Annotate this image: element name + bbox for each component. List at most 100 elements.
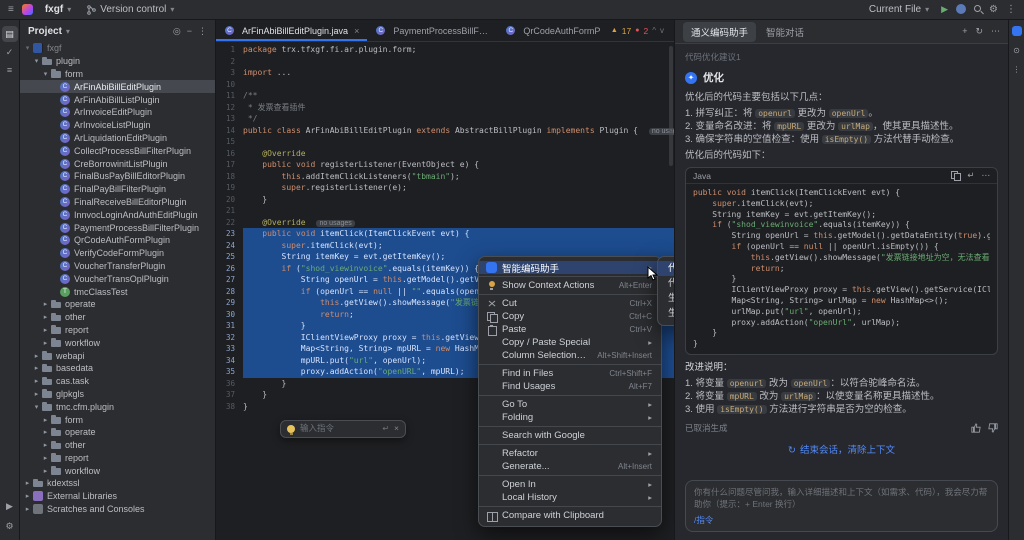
search-everywhere-icon[interactable]: [974, 0, 981, 20]
tree-item[interactable]: ▸workflow: [20, 464, 215, 477]
tree-item[interactable]: tmcClassTest: [20, 285, 215, 298]
run-config-selector[interactable]: Current File▾: [865, 4, 933, 15]
settings-icon[interactable]: ⚙: [989, 0, 998, 20]
more-icon[interactable]: ⋯: [991, 26, 1000, 37]
code-line[interactable]: 21: [216, 205, 674, 217]
tree-item[interactable]: PaymentProcessBillFilterPlugin: [20, 221, 215, 234]
main-menu-icon[interactable]: ≡: [8, 0, 14, 20]
submenu-item[interactable]: 生成注释: [658, 291, 674, 306]
menu-item[interactable]: Compare with Clipboard: [479, 509, 661, 522]
code-line[interactable]: 23 public void itemClick(ItemClickEvent …: [216, 228, 674, 240]
tree-item[interactable]: ▸workflow: [20, 336, 215, 349]
tree-item[interactable]: VoucherTransferPlugin: [20, 260, 215, 273]
code-line[interactable]: 16 @Override: [216, 148, 674, 160]
code-line[interactable]: 18 this.addItemClickListeners("tbmain");: [216, 171, 674, 183]
tab-coding-assistant[interactable]: 通义编码助手: [683, 22, 756, 42]
tree-item[interactable]: ▸Scratches and Consoles: [20, 503, 215, 516]
code-line[interactable]: 3import ...: [216, 67, 674, 79]
tree-item[interactable]: ▾form: [20, 68, 215, 81]
structure-icon[interactable]: ≡: [2, 62, 18, 78]
tree-item[interactable]: ▸operate: [20, 426, 215, 439]
tree-item[interactable]: ArFinAbiBillEditPlugin: [20, 80, 215, 93]
menu-item[interactable]: CutCtrl+X: [479, 297, 661, 310]
code-line[interactable]: 20 }: [216, 194, 674, 206]
tree-item[interactable]: ▸webapi: [20, 349, 215, 362]
menu-item[interactable]: 智能编码助手▸: [479, 261, 661, 274]
tree-item[interactable]: CollectProcessBillFilterPlugin: [20, 144, 215, 157]
code-line[interactable]: 2: [216, 56, 674, 68]
editor-tab[interactable]: QrCodeAuthFormPlugin.java: [497, 20, 601, 41]
tree-item[interactable]: QrCodeAuthFormPlugin: [20, 234, 215, 247]
commit-icon[interactable]: ✓: [2, 44, 18, 60]
code-line[interactable]: 12 * 发票查看插件: [216, 102, 674, 114]
command-hint[interactable]: /指令: [694, 514, 989, 526]
tree-item[interactable]: ▸other: [20, 439, 215, 452]
submenu-item[interactable]: 代码解释: [658, 261, 674, 276]
panel-options-icon[interactable]: ⋮: [198, 26, 207, 37]
user-avatar[interactable]: [956, 0, 966, 20]
more-icon[interactable]: ⋯: [982, 170, 991, 181]
tree-item[interactable]: ▸report: [20, 452, 215, 465]
code-line[interactable]: 10: [216, 79, 674, 91]
settings-icon[interactable]: ⚙: [2, 518, 18, 534]
menu-item[interactable]: Local History▸: [479, 491, 661, 504]
menu-item[interactable]: PasteCtrl+V: [479, 323, 661, 336]
history-label[interactable]: 代码优化建议1: [685, 51, 998, 63]
notifications-icon[interactable]: ⊙: [1013, 46, 1020, 55]
close-icon[interactable]: ×: [394, 423, 399, 435]
tree-item[interactable]: ArInvoiceListPlugin: [20, 119, 215, 132]
tree-item[interactable]: CreBorrowinitListPlugin: [20, 157, 215, 170]
new-chat-icon[interactable]: +: [962, 26, 967, 37]
close-tab-icon[interactable]: ×: [354, 26, 359, 36]
code-line[interactable]: 15: [216, 136, 674, 148]
tree-item[interactable]: ▸form: [20, 413, 215, 426]
code-line[interactable]: 14public class ArFinAbiBillEditPlugin ex…: [216, 125, 674, 137]
tree-item[interactable]: ▾plugin: [20, 55, 215, 68]
refresh-icon[interactable]: ↻: [975, 26, 983, 37]
menu-item[interactable]: Find in FilesCtrl+Shift+F: [479, 367, 661, 380]
menu-item[interactable]: Search with Google: [479, 429, 661, 442]
tree-item[interactable]: ▾fxgf: [20, 42, 215, 55]
tree-item[interactable]: FinalBusPayBillEditorPlugin: [20, 170, 215, 183]
tree-item[interactable]: VoucherTransOplPlugin: [20, 272, 215, 285]
tree-item[interactable]: ▸other: [20, 311, 215, 324]
menu-item[interactable]: Open In▸: [479, 478, 661, 491]
tree-item[interactable]: FinalPayBillFilterPlugin: [20, 183, 215, 196]
code-line[interactable]: 24 super.itemClick(evt);: [216, 240, 674, 252]
tree-item[interactable]: ▸operate: [20, 298, 215, 311]
menu-item[interactable]: CopyCtrl+C: [479, 310, 661, 323]
tree-item[interactable]: ArFinAbiBillListPlugin: [20, 93, 215, 106]
more-icon[interactable]: ⋮: [1013, 65, 1021, 74]
locate-file-icon[interactable]: ◎: [173, 26, 181, 37]
code-line[interactable]: 22 @Override no usages: [216, 217, 674, 229]
next-issue-icon[interactable]: v: [660, 26, 664, 35]
tree-item[interactable]: ▸basedata: [20, 362, 215, 375]
lingma-icon[interactable]: [1012, 26, 1022, 36]
submenu-item[interactable]: 生成单元测试: [658, 306, 674, 321]
tree-item[interactable]: FinalReceiveBillEditorPlugin: [20, 196, 215, 209]
tree-item[interactable]: InnvocLoginAndAuthEditPlugin: [20, 208, 215, 221]
inspections-widget[interactable]: ▲ 17 ● 2 ^ v: [601, 20, 674, 41]
menu-item[interactable]: Folding▸: [479, 411, 661, 424]
editor-tab[interactable]: PaymentProcessBillFilterPlugin.java: [367, 20, 497, 41]
end-session-link[interactable]: ↻结束会话，清除上下文: [685, 442, 998, 456]
project-icon[interactable]: ▤: [2, 26, 18, 42]
thumbs-down-icon[interactable]: [988, 423, 998, 433]
project-selector[interactable]: fxgf▾: [41, 4, 75, 15]
editor-tab[interactable]: ArFinAbiBillEditPlugin.java×: [216, 20, 367, 41]
menu-item[interactable]: Go To▸: [479, 398, 661, 411]
menu-item[interactable]: Show Context ActionsAlt+Enter: [479, 279, 661, 292]
code-line[interactable]: 11/**: [216, 90, 674, 102]
tab-smart-chat[interactable]: 智能对话: [758, 22, 812, 42]
tree-item[interactable]: ArInvoiceEditPlugin: [20, 106, 215, 119]
copy-code-icon[interactable]: [951, 171, 960, 180]
menu-item[interactable]: Find UsagesAlt+F7: [479, 380, 661, 393]
prev-issue-icon[interactable]: ^: [652, 26, 656, 35]
tree-item[interactable]: ▸cas.task: [20, 375, 215, 388]
tree-item[interactable]: ▸External Libraries: [20, 490, 215, 503]
tree-item[interactable]: ArLiquidationEditPlugin: [20, 132, 215, 145]
run-button[interactable]: ▶: [941, 4, 948, 15]
code-line[interactable]: 17 public void registerListener(EventObj…: [216, 159, 674, 171]
collapse-all-icon[interactable]: −: [187, 26, 192, 37]
more-icon[interactable]: ⋮: [1006, 0, 1016, 20]
